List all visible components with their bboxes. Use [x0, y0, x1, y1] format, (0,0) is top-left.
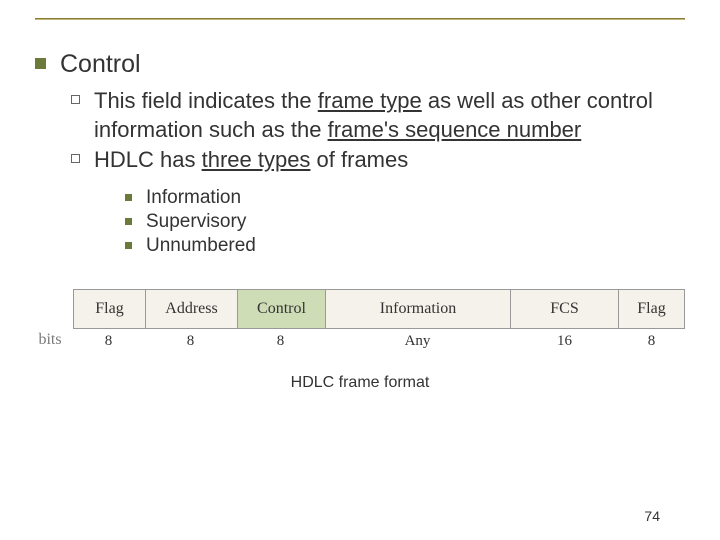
diagram-caption: HDLC frame format — [35, 374, 685, 392]
underline-frame-type: frame type — [318, 88, 422, 113]
top-rule — [35, 18, 685, 20]
page-number: 74 — [644, 508, 660, 524]
bits-address: 8 — [145, 329, 237, 350]
frame-table: Flag Address Control Information FCS Fla… — [73, 289, 685, 350]
square-bullet-icon — [35, 58, 46, 69]
frame-bits-row: 8 8 8 Any 16 8 — [73, 329, 685, 350]
bits-label: bits — [35, 331, 65, 349]
small-square-bullet-icon — [125, 242, 132, 249]
subbullet-information-text: Information — [146, 187, 241, 209]
text-part: of frames — [310, 147, 408, 172]
field-address: Address — [146, 290, 238, 328]
bullet-frame-type: This field indicates the frame type as w… — [71, 87, 685, 144]
bullet-three-types-text: HDLC has three types of frames — [94, 146, 408, 175]
bits-fcs: 16 — [511, 329, 619, 350]
field-flag-start: Flag — [74, 290, 146, 328]
bullet-three-types: HDLC has three types of frames — [71, 146, 685, 175]
heading-text: Control — [60, 50, 141, 79]
text-part: This field indicates the — [94, 88, 318, 113]
field-flag-end: Flag — [619, 290, 685, 328]
subbullet-unnumbered-text: Unnumbered — [146, 235, 256, 257]
hollow-square-bullet-icon — [71, 154, 80, 163]
small-square-bullet-icon — [125, 194, 132, 201]
hollow-square-bullet-icon — [71, 95, 80, 104]
bits-flag-end: 8 — [619, 329, 685, 350]
bits-flag-start: 8 — [73, 329, 145, 350]
subbullet-unnumbered: Unnumbered — [125, 235, 685, 257]
bits-information: Any — [325, 329, 511, 350]
field-fcs: FCS — [511, 290, 619, 328]
underline-three-types: three types — [202, 147, 311, 172]
bullet-frame-type-text: This field indicates the frame type as w… — [94, 87, 685, 144]
subbullet-supervisory: Supervisory — [125, 211, 685, 233]
slide-content: Control This field indicates the frame t… — [35, 50, 685, 392]
small-square-bullet-icon — [125, 218, 132, 225]
heading-row: Control — [35, 50, 685, 79]
underline-sequence-number: frame's sequence number — [328, 117, 582, 142]
subbullet-supervisory-text: Supervisory — [146, 211, 246, 233]
text-part: HDLC has — [94, 147, 202, 172]
frame-diagram: bits Flag Address Control Information FC… — [35, 289, 685, 350]
frame-fields-row: Flag Address Control Information FCS Fla… — [73, 289, 685, 329]
subbullet-information: Information — [125, 187, 685, 209]
field-information: Information — [326, 290, 511, 328]
field-control: Control — [238, 290, 326, 328]
bits-control: 8 — [237, 329, 325, 350]
